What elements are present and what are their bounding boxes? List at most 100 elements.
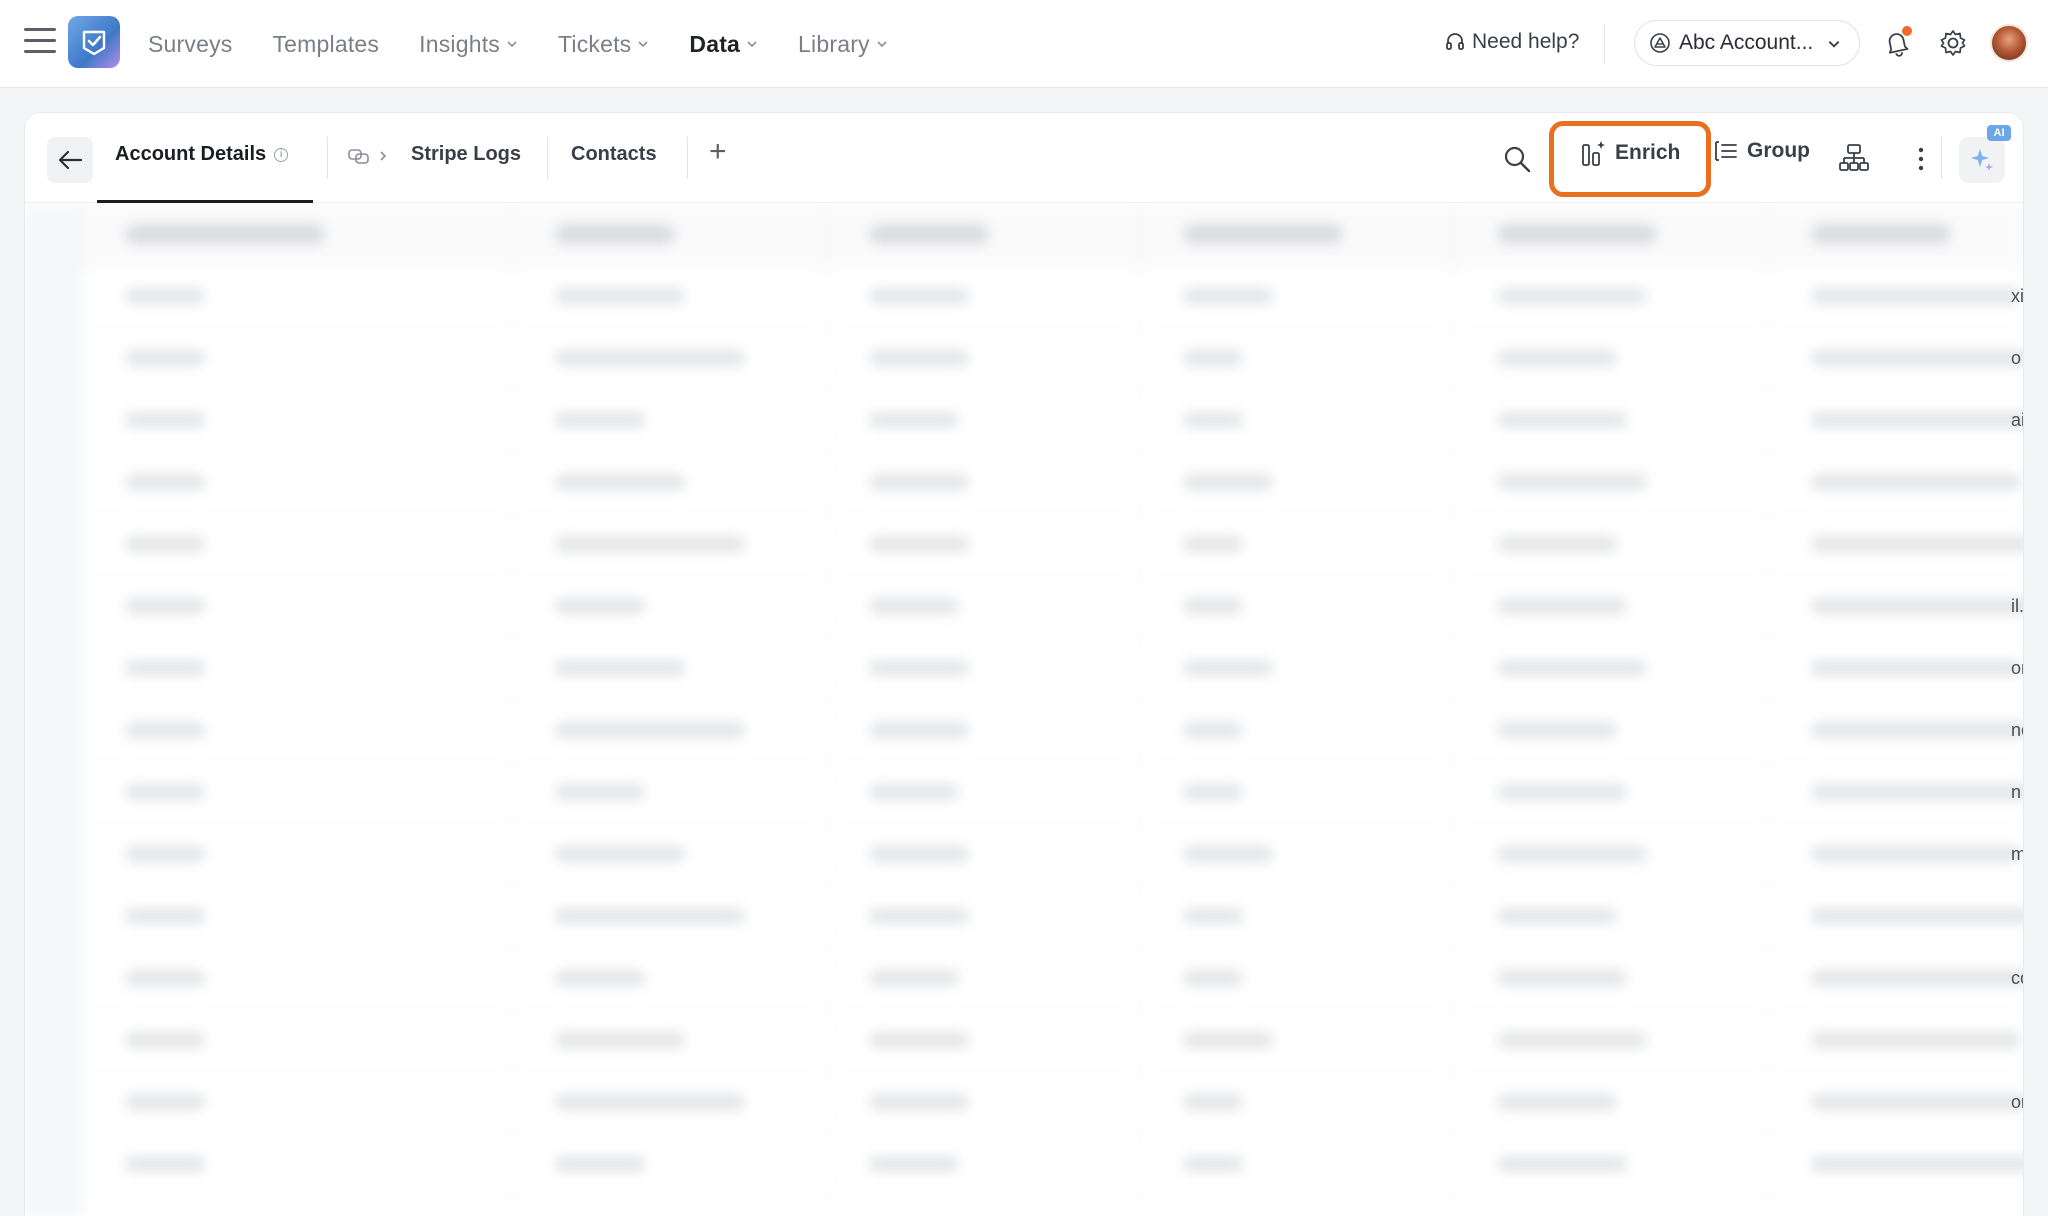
table-cell <box>555 350 745 366</box>
app-logo[interactable] <box>68 16 120 68</box>
table-cell <box>1811 1094 2023 1110</box>
table-cell <box>1497 1156 1627 1172</box>
info-icon[interactable]: i <box>274 148 289 162</box>
need-help-link[interactable]: Need help? <box>1444 30 1579 54</box>
clipped-cell-text: o <box>2011 348 2022 368</box>
nav-library[interactable]: Library <box>798 31 888 58</box>
table-cell <box>1183 1032 1273 1048</box>
table-cell <box>1183 660 1273 676</box>
table-cell <box>1811 784 2023 800</box>
account-label: Abc Account... <box>1679 31 1814 54</box>
table-cell <box>869 412 959 428</box>
table-row[interactable] <box>81 762 2023 824</box>
table-cell <box>1811 970 2023 986</box>
table-cell <box>1811 722 2023 738</box>
link-tables-icon <box>348 149 369 164</box>
tab-account-details[interactable]: Account Details i <box>115 143 289 166</box>
table-cell <box>555 1156 645 1172</box>
settings-button[interactable] <box>1936 26 1970 60</box>
column-header <box>555 224 675 244</box>
table-cell <box>1183 474 1273 490</box>
search-button[interactable] <box>1499 141 1535 177</box>
table-cell <box>1183 970 1243 986</box>
table-row[interactable] <box>81 1072 2023 1134</box>
clipped-cell-text: or <box>2011 1092 2023 1112</box>
table-row[interactable] <box>81 1010 2023 1072</box>
table-cell <box>1811 1156 2023 1172</box>
chevron-right-icon <box>380 151 387 161</box>
menu-icon[interactable] <box>24 28 56 56</box>
linked-tables-breadcrumb[interactable] <box>347 147 389 165</box>
table-cell <box>1497 536 1617 552</box>
table-cell <box>1497 846 1647 862</box>
table-cell <box>1497 970 1627 986</box>
nav-insights[interactable]: Insights <box>419 31 518 58</box>
nav-data[interactable]: Data <box>689 31 758 58</box>
clipped-cell-text: n <box>2011 782 2022 802</box>
clipped-cell-text: xi <box>2011 286 2024 306</box>
chevron-down-icon <box>747 41 757 48</box>
hierarchy-button[interactable] <box>1835 139 1873 177</box>
table-cell <box>869 908 969 924</box>
table-row[interactable] <box>81 576 2023 638</box>
table-cell <box>555 474 685 490</box>
back-button[interactable] <box>47 137 93 183</box>
chevron-down-icon <box>638 41 648 48</box>
nav-label: Tickets <box>558 30 632 57</box>
enrich-button[interactable]: Enrich <box>1581 139 1680 167</box>
table-cell <box>1183 722 1243 738</box>
enrich-icon <box>1582 141 1605 166</box>
table-cell <box>125 908 205 924</box>
table-row[interactable] <box>81 700 2023 762</box>
more-options-button[interactable] <box>1911 143 1931 175</box>
table-row[interactable] <box>81 514 2023 576</box>
nav-templates[interactable]: Templates <box>272 31 379 58</box>
table-row[interactable] <box>81 886 2023 948</box>
table-row[interactable] <box>81 328 2023 390</box>
nav-surveys[interactable]: Surveys <box>148 31 232 58</box>
table-row[interactable] <box>81 948 2023 1010</box>
table-row[interactable] <box>81 638 2023 700</box>
clipped-cell-text: co <box>2011 968 2023 988</box>
table-cell <box>555 908 745 924</box>
table-cell <box>1183 412 1243 428</box>
table-row[interactable] <box>81 1134 2023 1196</box>
table-cell <box>869 1032 969 1048</box>
notifications-button[interactable] <box>1880 26 1914 60</box>
table-cell <box>1183 908 1243 924</box>
table-cell <box>869 660 969 676</box>
table-cell <box>1811 908 2023 924</box>
table-row[interactable] <box>81 452 2023 514</box>
table-row[interactable] <box>81 390 2023 452</box>
table-cell <box>555 288 685 304</box>
nav-tickets[interactable]: Tickets <box>558 31 649 58</box>
column-header <box>1497 224 1657 244</box>
clipped-cell-text: m <box>2011 844 2023 865</box>
group-button[interactable]: Group <box>1713 139 1810 163</box>
table-cell <box>1811 350 2023 366</box>
user-avatar[interactable] <box>1990 24 2028 62</box>
table-cell <box>1183 846 1273 862</box>
table-cell <box>869 1094 969 1110</box>
tab-stripe-logs[interactable]: Stripe Logs <box>411 143 521 166</box>
table-cell <box>1811 536 2023 552</box>
table-cell <box>125 1156 205 1172</box>
tab-contacts[interactable]: Contacts <box>571 143 657 166</box>
search-icon <box>1504 146 1531 173</box>
ai-assistant-button[interactable] <box>1959 137 2005 183</box>
nav-label: Templates <box>272 30 380 57</box>
grid-header-row <box>81 204 2023 266</box>
ai-badge: AI <box>1987 125 2011 141</box>
table-cell <box>555 536 745 552</box>
divider <box>547 137 548 179</box>
add-tab-button[interactable]: + <box>709 135 727 169</box>
table-row[interactable] <box>81 266 2023 328</box>
account-switcher[interactable]: Abc Account... <box>1634 20 1860 66</box>
table-row[interactable] <box>81 824 2023 886</box>
data-grid: xi o ail il. or nc n m co or <box>25 204 2024 1216</box>
table-cell <box>125 474 205 490</box>
active-tab-indicator <box>97 200 313 203</box>
enrich-label: Enrich <box>1615 141 1681 164</box>
table-cell <box>1183 1094 1243 1110</box>
table-cell <box>1497 908 1617 924</box>
